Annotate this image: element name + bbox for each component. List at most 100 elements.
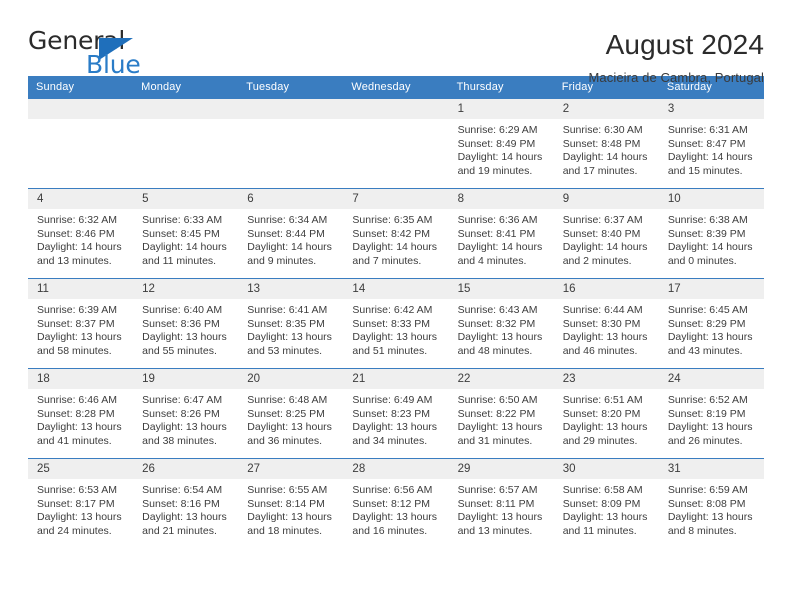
daylight-text-line1: Daylight: 13 hours — [457, 421, 543, 434]
calendar-day-cell[interactable]: 31 Sunrise: 6:59 AM Sunset: 8:08 PM Dayligh… — [658, 458, 764, 549]
daylight-text-line1: Daylight: 13 hours — [142, 511, 227, 524]
day-number: 10 — [658, 189, 764, 209]
calendar-day-cell[interactable]: 9 Sunrise: 6:37 AM Sunset: 8:40 PM Daylight… — [553, 188, 659, 279]
calendar-day-cell[interactable]: 10 Sunrise: 6:38 AM Sunset: 8:39 PM Dayligh… — [658, 188, 764, 279]
daylight-text-line1: Daylight: 14 hours — [562, 241, 648, 254]
calendar-day-cell[interactable]: 25 Sunrise: 6:53 AM Sunset: 8:17 PM Dayligh… — [28, 458, 134, 549]
calendar-day-cell[interactable]: 12 Sunrise: 6:40 AM Sunset: 8:36 PM Dayligh… — [133, 278, 239, 369]
day-number: 28 — [343, 459, 449, 479]
day-details: Sunrise: 6:56 AM Sunset: 8:12 PM Daylight:… — [343, 479, 448, 538]
day-cell-content — [133, 99, 239, 188]
title-block: August 2024 Macieira de Cambra, Portugal — [589, 26, 765, 88]
sunrise-text: Sunrise: 6:59 AM — [667, 484, 748, 496]
calendar-day-cell[interactable]: 17 Sunrise: 6:45 AM Sunset: 8:29 PM Dayligh… — [658, 278, 764, 369]
daylight-text-line2: and 43 minutes. — [667, 344, 743, 357]
day-number: 14 — [343, 279, 449, 299]
daylight-text-line1: Daylight: 14 hours — [562, 151, 648, 164]
calendar-day-cell[interactable] — [343, 98, 449, 189]
daylight-text-line2: and 0 minutes. — [667, 254, 737, 267]
daylight-text-line1: Daylight: 14 hours — [142, 241, 227, 254]
calendar-day-cell[interactable]: 4 Sunrise: 6:32 AM Sunset: 8:46 PM Daylight… — [28, 188, 134, 279]
calendar-day-cell[interactable]: 6 Sunrise: 6:34 AM Sunset: 8:44 PM Daylight… — [238, 188, 344, 279]
calendar-day-cell[interactable]: 15 Sunrise: 6:43 AM Sunset: 8:32 PM Dayligh… — [448, 278, 554, 369]
sunset-text: Sunset: 8:33 PM — [352, 317, 431, 330]
sunrise-text: Sunrise: 6:55 AM — [247, 484, 328, 496]
calendar-day-cell[interactable]: 3 Sunrise: 6:31 AM Sunset: 8:47 PM Daylight… — [658, 98, 764, 189]
sunrise-text: Sunrise: 6:58 AM — [562, 484, 643, 496]
calendar-day-cell[interactable] — [28, 98, 134, 189]
day-cell-content: 19 Sunrise: 6:47 AM Sunset: 8:26 PM Dayligh… — [133, 369, 239, 458]
day-cell-content: 8 Sunrise: 6:36 AM Sunset: 8:41 PM Daylight… — [448, 189, 554, 278]
calendar-day-cell[interactable]: 7 Sunrise: 6:35 AM Sunset: 8:42 PM Daylight… — [343, 188, 449, 279]
day-cell-content: 25 Sunrise: 6:53 AM Sunset: 8:17 PM Dayligh… — [28, 459, 134, 548]
day-details: Sunrise: 6:46 AM Sunset: 8:28 PM Daylight:… — [28, 389, 133, 448]
calendar-day-cell[interactable]: 5 Sunrise: 6:33 AM Sunset: 8:45 PM Daylight… — [133, 188, 239, 279]
weekday-header-sunday: Sunday — [28, 76, 134, 99]
daylight-text-line1: Daylight: 14 hours — [247, 241, 332, 254]
day-details: Sunrise: 6:55 AM Sunset: 8:14 PM Daylight:… — [238, 479, 343, 538]
daylight-text-line2: and 58 minutes. — [37, 344, 112, 357]
calendar-day-cell[interactable] — [133, 98, 239, 189]
calendar-day-cell[interactable]: 18 Sunrise: 6:46 AM Sunset: 8:28 PM Dayligh… — [28, 368, 134, 459]
daylight-text-line1: Daylight: 13 hours — [352, 331, 438, 344]
calendar-day-cell[interactable]: 23 Sunrise: 6:51 AM Sunset: 8:20 PM Dayligh… — [553, 368, 659, 459]
sunset-text: Sunset: 8:12 PM — [352, 497, 431, 510]
sunset-text: Sunset: 8:47 PM — [667, 137, 746, 150]
daylight-text-line2: and 48 minutes. — [457, 344, 533, 357]
brand-logo[interactable]: General Blue — [28, 26, 178, 79]
day-number: 20 — [238, 369, 344, 389]
calendar-day-cell[interactable]: 2 Sunrise: 6:30 AM Sunset: 8:48 PM Daylight… — [553, 98, 659, 189]
day-cell-content: 29 Sunrise: 6:57 AM Sunset: 8:11 PM Dayligh… — [448, 459, 554, 548]
day-number: 16 — [553, 279, 659, 299]
calendar-day-cell[interactable]: 16 Sunrise: 6:44 AM Sunset: 8:30 PM Dayligh… — [553, 278, 659, 369]
daylight-text-line1: Daylight: 14 hours — [37, 241, 122, 254]
calendar-day-cell[interactable]: 13 Sunrise: 6:41 AM Sunset: 8:35 PM Dayligh… — [238, 278, 344, 369]
daylight-text-line2: and 11 minutes. — [142, 254, 217, 267]
day-number: 11 — [28, 279, 134, 299]
calendar-day-cell[interactable]: 27 Sunrise: 6:55 AM Sunset: 8:14 PM Dayligh… — [238, 458, 344, 549]
calendar-day-cell[interactable]: 14 Sunrise: 6:42 AM Sunset: 8:33 PM Dayligh… — [343, 278, 449, 369]
day-details: Sunrise: 6:36 AM Sunset: 8:41 PM Daylight:… — [449, 209, 554, 268]
sunrise-text: Sunrise: 6:37 AM — [562, 214, 643, 226]
calendar-week-row: 1 Sunrise: 6:29 AM Sunset: 8:49 PM Daylight… — [28, 98, 764, 189]
sunset-text: Sunset: 8:35 PM — [247, 317, 325, 330]
sunset-text: Sunset: 8:09 PM — [562, 497, 641, 510]
daylight-text-line2: and 26 minutes. — [667, 434, 743, 447]
calendar-week-row: 18 Sunrise: 6:46 AM Sunset: 8:28 PM Dayligh… — [28, 368, 764, 459]
day-number — [343, 99, 449, 119]
sunrise-text: Sunrise: 6:46 AM — [37, 394, 117, 406]
day-cell-content: 16 Sunrise: 6:44 AM Sunset: 8:30 PM Dayligh… — [553, 279, 659, 368]
day-number: 23 — [553, 369, 659, 389]
calendar-week-row: 4 Sunrise: 6:32 AM Sunset: 8:46 PM Daylight… — [28, 188, 764, 279]
calendar-day-cell[interactable]: 11 Sunrise: 6:39 AM Sunset: 8:37 PM Dayligh… — [28, 278, 134, 369]
day-cell-content: 6 Sunrise: 6:34 AM Sunset: 8:44 PM Daylight… — [238, 189, 344, 278]
calendar-day-cell[interactable]: 22 Sunrise: 6:50 AM Sunset: 8:22 PM Dayligh… — [448, 368, 554, 459]
calendar-day-cell[interactable]: 26 Sunrise: 6:54 AM Sunset: 8:16 PM Dayligh… — [133, 458, 239, 549]
calendar-day-cell[interactable]: 28 Sunrise: 6:56 AM Sunset: 8:12 PM Dayligh… — [343, 458, 449, 549]
calendar-day-cell[interactable] — [238, 98, 344, 189]
daylight-text-line2: and 17 minutes. — [562, 164, 638, 177]
calendar-day-cell[interactable]: 21 Sunrise: 6:49 AM Sunset: 8:23 PM Dayligh… — [343, 368, 449, 459]
calendar-day-cell[interactable]: 29 Sunrise: 6:57 AM Sunset: 8:11 PM Dayligh… — [448, 458, 554, 549]
sunrise-text: Sunrise: 6:36 AM — [457, 214, 538, 226]
daylight-text-line2: and 9 minutes. — [247, 254, 317, 267]
daylight-text-line2: and 13 minutes. — [37, 254, 112, 267]
daylight-text-line1: Daylight: 13 hours — [667, 331, 753, 344]
calendar-day-cell[interactable]: 1 Sunrise: 6:29 AM Sunset: 8:49 PM Daylight… — [448, 98, 554, 189]
sunset-text: Sunset: 8:19 PM — [667, 407, 746, 420]
daylight-text-line1: Daylight: 14 hours — [667, 151, 753, 164]
calendar-day-cell[interactable]: 30 Sunrise: 6:58 AM Sunset: 8:09 PM Dayligh… — [553, 458, 659, 549]
day-details: Sunrise: 6:49 AM Sunset: 8:23 PM Daylight:… — [343, 389, 448, 448]
day-details: Sunrise: 6:47 AM Sunset: 8:26 PM Daylight:… — [133, 389, 238, 448]
calendar-day-cell[interactable]: 24 Sunrise: 6:52 AM Sunset: 8:19 PM Dayligh… — [658, 368, 764, 459]
day-cell-content: 31 Sunrise: 6:59 AM Sunset: 8:08 PM Dayligh… — [658, 459, 764, 548]
daylight-text-line2: and 51 minutes. — [352, 344, 428, 357]
sunrise-text: Sunrise: 6:45 AM — [667, 304, 748, 316]
daylight-text-line2: and 36 minutes. — [247, 434, 322, 447]
calendar-day-cell[interactable]: 19 Sunrise: 6:47 AM Sunset: 8:26 PM Dayligh… — [133, 368, 239, 459]
calendar-day-cell[interactable]: 20 Sunrise: 6:48 AM Sunset: 8:25 PM Dayligh… — [238, 368, 344, 459]
daylight-text-line2: and 15 minutes. — [667, 164, 743, 177]
calendar-day-cell[interactable]: 8 Sunrise: 6:36 AM Sunset: 8:41 PM Daylight… — [448, 188, 554, 279]
page-header: General Blue August 2024 Macieira de Cam… — [28, 0, 764, 85]
daylight-text-line1: Daylight: 13 hours — [667, 511, 753, 524]
